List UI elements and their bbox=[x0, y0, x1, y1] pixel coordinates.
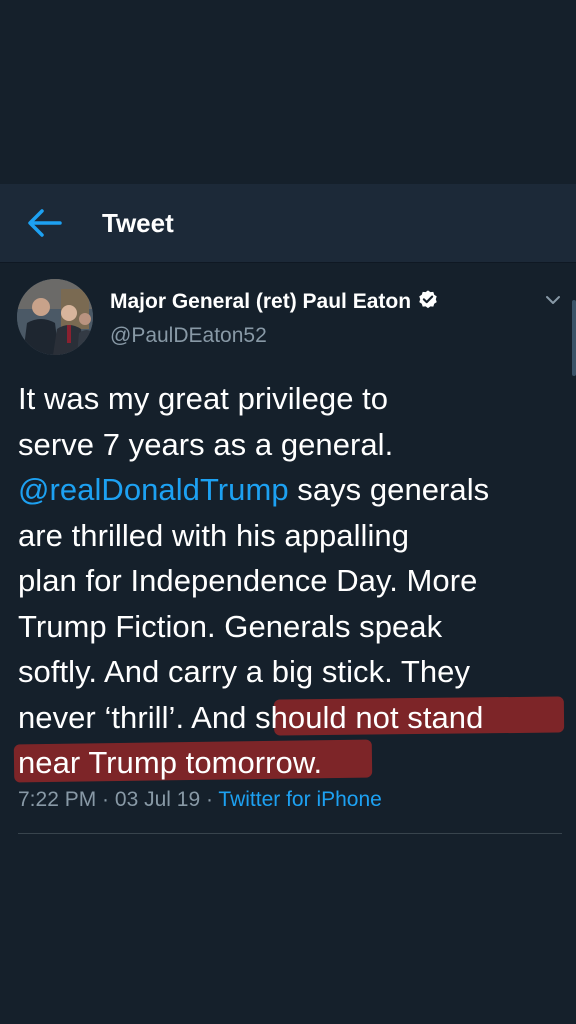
tweet-line: are thrilled with his appalling bbox=[18, 517, 409, 553]
header-bar: Tweet bbox=[0, 184, 576, 263]
mention-link[interactable]: @realDonaldTrump bbox=[18, 472, 289, 507]
tweet-line: near Trump tomorrow. bbox=[18, 740, 563, 786]
status-area bbox=[0, 0, 576, 184]
tweet-line: plan for Independence Day. More bbox=[18, 563, 478, 598]
arrow-left-icon bbox=[28, 209, 62, 237]
tweet-text: It was my great privilege to serve 7 yea… bbox=[13, 376, 565, 786]
back-button[interactable] bbox=[22, 204, 66, 242]
tweet-line: serve 7 years as a general. bbox=[18, 426, 394, 462]
author-name[interactable]: Major General (ret) Paul Eaton bbox=[110, 289, 439, 314]
author-name-text: Major General (ret) Paul Eaton bbox=[110, 290, 412, 313]
tweet-line: never ‘thrill’. And should not stand bbox=[18, 695, 563, 741]
divider bbox=[18, 833, 562, 834]
meta-separator: · bbox=[200, 788, 219, 811]
highlighted-text: near Trump tomorrow. bbox=[18, 745, 323, 780]
tweet-time: 7:22 PM bbox=[18, 788, 97, 811]
meta-separator: · bbox=[96, 788, 115, 811]
verified-badge-icon bbox=[419, 290, 437, 309]
tweet-line-text: never ‘thrill’. And bbox=[18, 699, 256, 735]
avatar-photo bbox=[17, 279, 93, 355]
tweet-line: Trump Fiction. Generals speak bbox=[18, 608, 443, 644]
tweet-line: It was my great privilege to bbox=[18, 381, 389, 416]
chevron-down-icon[interactable] bbox=[541, 291, 565, 309]
tweet-meta: 7:22 PM · 03 Jul 19 · Twitter for iPhone bbox=[18, 788, 382, 812]
tweet-line: softly. And carry a big stick. They bbox=[18, 654, 471, 689]
tweet-source-link[interactable]: Twitter for iPhone bbox=[218, 788, 381, 811]
highlighted-text: should not stand bbox=[255, 699, 484, 735]
tweet-line-text: says generals bbox=[288, 472, 490, 507]
tweet-date: 03 Jul 19 bbox=[114, 788, 201, 811]
scrollbar[interactable] bbox=[572, 300, 576, 376]
page-title: Tweet bbox=[102, 208, 174, 238]
tweet-line: @realDonaldTrump says generals bbox=[18, 467, 563, 513]
avatar[interactable] bbox=[17, 279, 93, 355]
author-handle[interactable]: @PaulDEaton52 bbox=[110, 324, 267, 348]
